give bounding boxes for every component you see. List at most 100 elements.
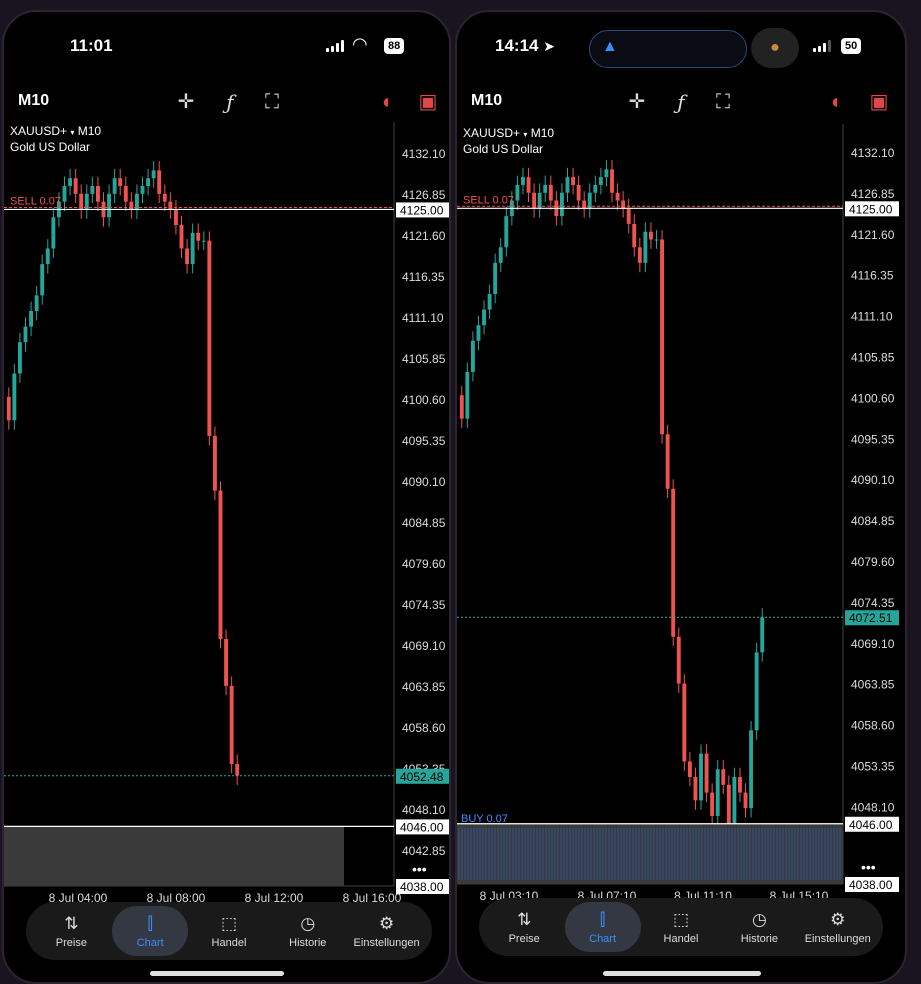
candle-body <box>571 177 576 185</box>
candle-body <box>498 247 503 263</box>
candle-body <box>487 294 492 310</box>
candle-body <box>576 184 581 201</box>
candle-body <box>45 248 50 265</box>
price-tick-label: 4116.35 <box>851 269 894 283</box>
price-tick-label: 4053.35 <box>851 760 895 774</box>
nav-label: Historie <box>289 936 327 949</box>
price-tick-label: 4132.10 <box>851 146 895 160</box>
candle-body <box>721 769 726 785</box>
bottom-price-label: 4038.00 <box>400 880 444 894</box>
candle-body <box>715 769 720 816</box>
symbol-description: Gold US Dollar <box>463 142 544 156</box>
candle-body <box>73 178 78 194</box>
order-price-label: 4125.00 <box>400 203 444 217</box>
candle-body <box>543 184 548 193</box>
buy-order-label: BUY 0.07 <box>461 813 508 825</box>
price-tick-label: 4048.10 <box>402 803 446 817</box>
price-tick-label: 4095.35 <box>851 432 895 446</box>
price-tick-label: 4100.60 <box>402 393 446 407</box>
bottom-price-label: 4038.00 <box>849 878 893 892</box>
nav-preise[interactable]: ⇅ Preise <box>33 906 109 956</box>
candle-body <box>51 217 56 249</box>
candle-body <box>593 184 598 193</box>
nav-chart[interactable]: ⫿ Chart <box>112 906 189 956</box>
price-tick-label: 4132.10 <box>402 147 446 161</box>
candle-body <box>129 201 134 210</box>
order-line-label: SELL 0.07 <box>10 195 61 207</box>
candle-body <box>459 395 464 419</box>
nav-preise[interactable]: ⇅ Preise <box>486 902 562 952</box>
home-indicator <box>603 971 761 976</box>
trend-chart-icon: ⬚ <box>220 913 238 933</box>
candle-body <box>559 192 564 217</box>
candle-body <box>185 248 190 265</box>
price-tick-label: 4090.10 <box>402 475 446 489</box>
nav-label: Preise <box>55 936 87 949</box>
nav-handel[interactable]: ⬚ Handel <box>191 906 267 956</box>
candle-body <box>179 225 184 249</box>
candle-body <box>665 434 670 489</box>
symbol-description: Gold US Dollar <box>10 140 91 154</box>
nav-einstellungen[interactable]: ⚙ Einstellungen <box>349 906 425 956</box>
bottom-nav: ⇅ Preise ⫿ Chart ⬚ Handel ◷ Historie ⚙ Einstellun… <box>479 898 883 956</box>
nav-historie[interactable]: ◷ Historie <box>270 906 346 956</box>
price-tick-label: 4074.35 <box>851 596 895 610</box>
price-tick-label: 4095.35 <box>402 434 446 448</box>
price-tick-label: 4084.85 <box>851 514 895 528</box>
symbol-name[interactable]: XAUUSD+ <box>463 126 520 140</box>
nav-historie[interactable]: ◷ Historie <box>721 902 797 952</box>
candle-body <box>754 652 759 731</box>
candle-body <box>207 240 212 436</box>
history-clock-icon: ◷ <box>300 913 316 933</box>
right-phone-screen: 14:14 ➤ ▲ ● 50 M10 ✛ ƒ ⛶ ◐ ▣ 4132.10 4126… <box>455 10 907 984</box>
candle-body <box>687 761 692 778</box>
nav-handel[interactable]: ⬚ Handel <box>643 902 719 952</box>
candle-body <box>699 753 703 801</box>
symbol-timeframe: M10 <box>530 126 555 140</box>
candlestick-icon: ⫿ <box>147 913 153 933</box>
candle-body <box>760 617 765 653</box>
candle-body <box>68 178 73 187</box>
history-clock-icon: ◷ <box>751 909 767 929</box>
candle-body <box>726 784 731 824</box>
candle-body <box>162 193 167 202</box>
price-tick-label: 4090.10 <box>851 473 895 487</box>
candle-body <box>470 340 475 372</box>
candle-body <box>168 201 173 210</box>
candle-body <box>465 371 470 419</box>
candle-body <box>146 178 151 187</box>
price-tick-label: 4126.85 <box>851 187 895 201</box>
candle-body <box>738 777 742 793</box>
gear-icon: ⚙ <box>830 909 846 929</box>
candle-body <box>521 177 525 185</box>
nav-label: Handel <box>211 936 247 949</box>
candle-body <box>201 240 206 242</box>
candle-body <box>626 208 631 224</box>
lower-panel <box>4 826 344 886</box>
bottom-nav: ⇅ Preise ⫿ Chart ⬚ Handel ◷ Historie ⚙ Einstellun… <box>26 902 432 960</box>
candle-body <box>62 186 67 202</box>
price-tick-label: 4079.60 <box>851 555 895 569</box>
gear-icon: ⚙ <box>378 913 395 933</box>
candle-body <box>23 326 28 343</box>
price-tick-label: 4058.60 <box>402 721 446 735</box>
nav-label: Einstellungen <box>353 936 420 949</box>
price-tick-label: 4121.60 <box>402 229 446 243</box>
nav-chart[interactable]: ⫿ Chart <box>564 902 641 952</box>
current-price-label: 4052.48 <box>400 770 444 784</box>
price-tick-label: 4116.35 <box>402 270 445 284</box>
price-tick-label: 4079.60 <box>402 557 446 571</box>
symbol-info: XAUUSD+ ▾ M10 Gold US Dollar <box>463 126 555 156</box>
candle-body <box>676 636 681 684</box>
candle-body <box>704 753 709 793</box>
price-tick-label: 4105.85 <box>851 351 895 365</box>
price-tick-label: 4111.10 <box>402 311 444 325</box>
candle-body <box>732 777 737 824</box>
candle-body <box>482 309 486 326</box>
candle-body <box>151 170 156 179</box>
candle-body <box>604 169 609 178</box>
symbol-name[interactable]: XAUUSD+ <box>10 124 67 138</box>
nav-einstellungen[interactable]: ⚙ Einstellungen <box>800 902 876 952</box>
candle-body <box>632 223 637 248</box>
more-icon: ••• <box>412 861 427 877</box>
